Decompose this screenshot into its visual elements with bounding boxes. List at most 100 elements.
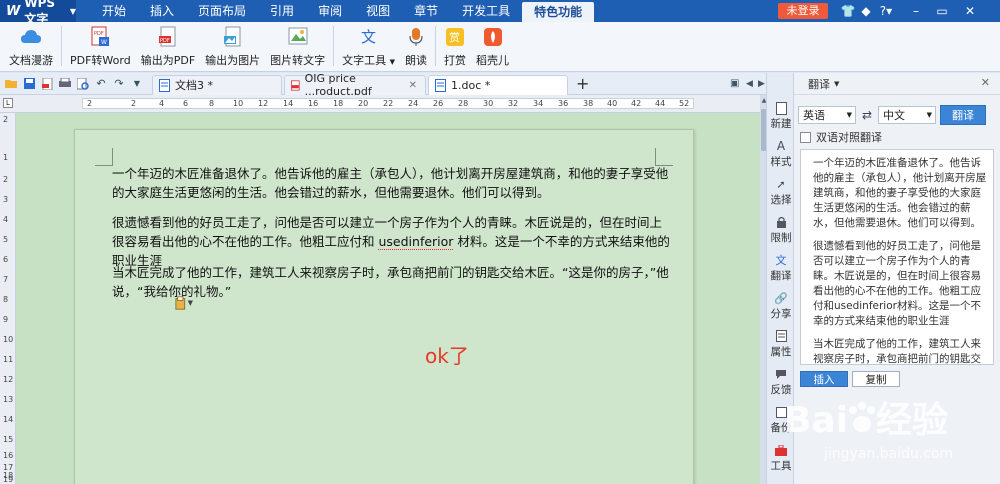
ruler-tick-label: 14: [283, 99, 294, 108]
menu-references[interactable]: 引用: [258, 0, 306, 22]
svg-text:经验: 经验: [876, 400, 948, 441]
doc-roam-button[interactable]: 文档漫游: [4, 22, 58, 70]
ruler-tick-label: 32: [508, 99, 519, 108]
read-aloud-button[interactable]: 朗读: [400, 22, 432, 70]
export-pdf-button[interactable]: PDF 输出为PDF: [136, 22, 200, 70]
cloud-icon: [20, 26, 42, 48]
result-paragraph: 一个年迈的木匠准备退休了。他告诉他的雇主（承包人），他计划离开房屋建筑商，和他的…: [813, 157, 987, 229]
undo-icon[interactable]: ↶: [94, 77, 108, 91]
menu-home[interactable]: 开始: [90, 0, 138, 22]
sidebar-item-new[interactable]: 新建: [768, 101, 794, 131]
pdf-file-icon: PDF: [157, 26, 179, 48]
vruler-tick-label: 6: [3, 255, 9, 264]
ruler-tick-label: 18: [333, 99, 344, 108]
bilingual-checkbox-row[interactable]: 双语对照翻译: [800, 129, 882, 145]
insert-button[interactable]: 插入: [800, 371, 848, 387]
translation-result[interactable]: 一个年迈的木匠准备退休了。他告诉他的雇主（承包人），他计划离开房屋建筑商，和他的…: [800, 149, 994, 365]
svg-text:W: W: [101, 39, 107, 46]
daoke-icon: [482, 26, 504, 48]
tab-scroll-right-icon[interactable]: ▶: [758, 79, 765, 89]
spelling-error-word[interactable]: usedinferior: [378, 234, 454, 250]
vruler-tick-label: 5: [3, 235, 9, 244]
ruler-tick-label: 40: [607, 99, 618, 108]
paragraph-2[interactable]: 很遗憾看到他的好员工走了，问他是否可以建立一个房子作为个人的青睐。木匠说是的，但…: [112, 213, 672, 270]
ruler-tick-label: 28: [458, 99, 469, 108]
redo-icon[interactable]: ↷: [112, 77, 126, 91]
target-language-select[interactable]: 中文 ▼: [878, 106, 936, 124]
sidebar-item-share[interactable]: 🔗 分享: [768, 291, 794, 321]
help-icon[interactable]: ?▾: [878, 4, 894, 18]
tab-scroll-left-icon[interactable]: ◀: [746, 79, 753, 89]
print-preview-icon[interactable]: [76, 77, 90, 91]
new-tab-icon[interactable]: +: [576, 74, 589, 93]
paste-options-icon[interactable]: ▼: [175, 296, 193, 310]
app-menu-button[interactable]: W WPS 文字 ▼: [0, 0, 76, 26]
menu-insert[interactable]: 插入: [138, 0, 186, 22]
menu-chapter[interactable]: 章节: [402, 0, 450, 22]
daoke-button[interactable]: 稻壳儿: [471, 22, 514, 70]
reward-button[interactable]: 赏 打赏: [439, 22, 471, 70]
print-icon[interactable]: [58, 77, 72, 91]
menu-developer[interactable]: 开发工具: [450, 0, 522, 22]
horizontal-ruler[interactable]: L 2 2 4 6 8 10 12 14 16 18 20 22 24 26 2…: [0, 95, 760, 113]
copy-button[interactable]: 复制: [852, 371, 900, 387]
vertical-ruler[interactable]: 2 1 2 3 4 5 6 7 8 9 10 11 12 13 14 15 16…: [0, 113, 16, 484]
skin-icon[interactable]: ◆: [858, 4, 874, 18]
quick-access-dropdown-icon[interactable]: ▼: [130, 77, 144, 91]
watermark-url: jingyan.baidu.com: [824, 446, 954, 462]
menu-special-features[interactable]: 特色功能: [522, 2, 595, 22]
text-tools-button[interactable]: 文 文字工具 ▼: [337, 22, 400, 70]
open-folder-icon[interactable]: [4, 77, 18, 91]
style-icon: A: [776, 139, 786, 153]
document-tab-bar: ↶ ↷ ▼ 文档3 * OIG price ...roduct.pdf ✕ 1.…: [0, 72, 792, 98]
pdf-to-word-button[interactable]: PDF W PDF转Word: [65, 22, 136, 70]
shirt-icon[interactable]: 👕: [840, 4, 856, 18]
export-image-button[interactable]: 输出为图片: [200, 22, 265, 70]
sidebar-item-properties[interactable]: 属性: [768, 329, 794, 359]
vruler-tick-label: 12: [3, 375, 14, 384]
swap-languages-icon[interactable]: ⇄: [860, 108, 874, 122]
translate-actions: 插入 复制: [800, 371, 900, 387]
ruler-tick-label: 44: [655, 99, 666, 108]
chevron-down-icon[interactable]: ▼: [834, 80, 839, 88]
chat-bubble-icon: [774, 367, 788, 381]
bilingual-checkbox[interactable]: [800, 131, 811, 143]
document-page[interactable]: 一个年迈的木匠准备退休了。他告诉他的雇主（承包人），他计划离开房屋建筑商，和他的…: [74, 129, 694, 484]
close-icon[interactable]: ✕: [962, 4, 978, 18]
ruler-tick-label: 52: [679, 99, 690, 108]
menu-page-layout[interactable]: 页面布局: [186, 0, 258, 22]
paragraph-1[interactable]: 一个年迈的木匠准备退休了。他告诉他的雇主（承包人），他计划离开房屋建筑商，和他的…: [112, 164, 672, 202]
sidebar-item-select[interactable]: ➚ 选择: [768, 177, 794, 207]
wps-logo-icon: W: [6, 3, 21, 19]
ruler-tick-label: 26: [433, 99, 444, 108]
export-pdf-small-icon[interactable]: [40, 77, 54, 91]
image-to-text-button[interactable]: 图片转文字: [265, 22, 330, 70]
sidebar-item-translate[interactable]: 文 翻译: [768, 253, 794, 283]
minimize-icon[interactable]: –: [908, 4, 924, 18]
close-tab-icon[interactable]: ✕: [409, 80, 417, 91]
tab-1-doc[interactable]: 1.doc *: [428, 74, 568, 95]
sidebar-item-restrict[interactable]: 限制: [768, 215, 794, 245]
menu-review[interactable]: 审阅: [306, 0, 354, 22]
menu-view[interactable]: 视图: [354, 0, 402, 22]
tab-list-icon[interactable]: ▣: [730, 78, 739, 89]
chevron-down-icon: ▼: [69, 6, 76, 16]
close-panel-icon[interactable]: ✕: [981, 76, 990, 89]
vruler-tick-label: 19: [3, 475, 14, 484]
translate-button[interactable]: 翻译: [940, 105, 986, 125]
vruler-tick-label: 11: [3, 355, 14, 364]
sidebar-item-style[interactable]: A 样式: [768, 139, 794, 169]
vruler-tick-label: 13: [3, 395, 14, 404]
tab-document3[interactable]: 文档3 *: [152, 74, 282, 95]
restore-icon[interactable]: ▭: [934, 4, 950, 18]
paragraph-3[interactable]: 当木匠完成了他的工作，建筑工人来视察房子时，承包商把前门的钥匙交给木匠。“这是你…: [112, 263, 672, 301]
vruler-tick-label: 3: [3, 195, 9, 204]
source-language-select[interactable]: 英语 ▼: [798, 106, 856, 124]
vruler-tick-label: 10: [3, 335, 14, 344]
panel-title: 翻译: [808, 77, 830, 91]
tab-pdf-file[interactable]: OIG price ...roduct.pdf ✕: [284, 72, 426, 98]
login-button[interactable]: 未登录: [778, 3, 828, 19]
save-icon[interactable]: [22, 77, 36, 91]
document-canvas[interactable]: 一个年迈的木匠准备退休了。他告诉他的雇主（承包人），他计划离开房屋建筑商，和他的…: [16, 113, 760, 484]
baidu-paw-logo: Bai 经验: [784, 400, 948, 441]
